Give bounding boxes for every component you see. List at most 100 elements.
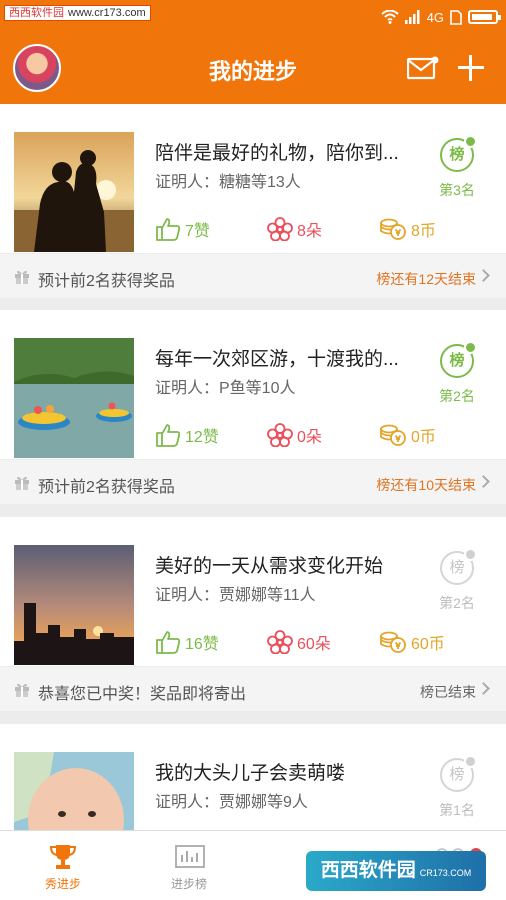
rank-badge: 榜 <box>440 755 477 792</box>
tab-label: 进步榜 <box>170 877 207 891</box>
coins-icon <box>380 424 406 446</box>
site-logo-watermark: 西西软件园 CR173.COM <box>306 851 486 891</box>
coin-stat[interactable]: 60币 <box>379 629 445 655</box>
card-photo <box>14 338 134 458</box>
flower-stat[interactable]: 60朵 <box>267 629 331 655</box>
card-witness: 证明人：P鱼等10人 <box>155 380 296 397</box>
progress-card[interactable]: 陪伴是最好的礼物，陪你到... 证明人：糖糖等13人 7赞 8朵 8币 榜 第3… <box>0 104 506 298</box>
coin-stat[interactable]: 0币 <box>379 422 436 448</box>
rank-badge-label: 榜 <box>449 559 465 576</box>
card-title: 陪伴是最好的礼物，陪你到... <box>155 143 399 164</box>
card-footer[interactable]: 预计前2名获得奖品 榜还有12天结束 <box>0 253 506 298</box>
bottom-nav: 秀进步 进步榜 西西软件园 CR173.COM <box>0 830 506 900</box>
watermark-bottom-url: CR173.COM <box>419 868 472 878</box>
card-title: 每年一次郊区游，十渡我的... <box>155 349 399 370</box>
network-type: 4G <box>426 9 444 25</box>
watermark-bottom-text: 西西软件园 <box>320 860 416 881</box>
gift-icon <box>15 270 29 284</box>
card-photo <box>14 752 134 830</box>
coin-stat[interactable]: 8币 <box>379 216 436 242</box>
ranking-status: 榜已结束 <box>420 684 476 700</box>
chevron-right-icon <box>477 682 490 695</box>
progress-list: 陪伴是最好的礼物，陪你到... 证明人：糖糖等13人 7赞 8朵 8币 榜 第3… <box>0 104 506 830</box>
card-photo <box>14 132 134 252</box>
card-title: 我的大头儿子会卖萌喽 <box>155 763 346 784</box>
flower-stat[interactable]: 8朵 <box>267 216 322 242</box>
chevron-right-icon <box>477 269 490 282</box>
chevron-right-icon <box>477 475 490 488</box>
thumbs-up-icon <box>156 218 181 241</box>
status-bar: 西西软件园 www.cr173.com 4G <box>0 0 506 34</box>
rank-position: 第1名 <box>439 802 475 818</box>
like-count: 7赞 <box>185 223 210 240</box>
tab-progress-ranking[interactable]: 进步榜 <box>129 831 249 900</box>
like-count: 16赞 <box>185 636 219 653</box>
message-icon[interactable] <box>407 56 439 80</box>
coin-count: 60币 <box>411 636 445 653</box>
tab-label: 秀进步 <box>44 877 81 891</box>
flower-count: 0朵 <box>297 429 322 446</box>
prize-info: 预计前2名获得奖品 <box>38 479 175 496</box>
flower-count: 60朵 <box>297 636 331 653</box>
ranking-status: 榜还有10天结束 <box>376 477 476 493</box>
tab-show-progress[interactable]: 秀进步 <box>3 831 123 900</box>
thumbs-up-icon <box>156 424 181 447</box>
rank-badge: 榜 <box>440 341 477 378</box>
prize-info: 预计前2名获得奖品 <box>38 273 175 290</box>
check-icon <box>464 135 477 148</box>
status-icons: 4G <box>380 8 501 26</box>
signal-icon <box>404 10 420 24</box>
card-footer[interactable]: 恭喜您已中奖！奖品即将寄出 榜已结束 <box>0 666 506 711</box>
card-stats: 12赞 0朵 0币 <box>155 422 485 448</box>
like-stat[interactable]: 16赞 <box>155 629 219 655</box>
progress-card[interactable]: 我的大头儿子会卖萌喽 证明人：贾娜娜等9人 榜 第1名 <box>0 724 506 830</box>
like-stat[interactable]: 7赞 <box>155 216 210 242</box>
flower-icon <box>267 217 293 241</box>
watermark-url: www.cr173.com <box>68 7 146 19</box>
card-photo <box>14 545 134 665</box>
card-witness: 证明人：糖糖等13人 <box>155 174 301 191</box>
flower-icon <box>267 630 293 654</box>
rank-badge: 榜 <box>440 135 477 172</box>
watermark-site: 西西软件园 <box>9 7 64 19</box>
rank-position: 第2名 <box>439 388 475 404</box>
thumbs-up-icon <box>156 631 181 654</box>
check-icon <box>464 341 477 354</box>
progress-card[interactable]: 每年一次郊区游，十渡我的... 证明人：P鱼等10人 12赞 0朵 0币 榜 第… <box>0 310 506 504</box>
wifi-icon <box>380 10 399 24</box>
trophy-icon <box>49 845 77 869</box>
progress-card[interactable]: 美好的一天从需求变化开始 证明人：贾娜娜等11人 16赞 60朵 60币 榜 第… <box>0 517 506 711</box>
rank-badge-label: 榜 <box>449 766 465 783</box>
flower-stat[interactable]: 0朵 <box>267 422 322 448</box>
card-stats: 7赞 8朵 8币 <box>155 216 485 242</box>
sim-icon <box>450 9 462 25</box>
card-footer[interactable]: 预计前2名获得奖品 榜还有10天结束 <box>0 459 506 504</box>
coins-icon <box>380 218 406 240</box>
rank-badge: 榜 <box>440 548 477 585</box>
rank-position: 第2名 <box>439 595 475 611</box>
battery-icon <box>468 10 501 24</box>
gift-icon <box>15 476 29 490</box>
card-title: 美好的一天从需求变化开始 <box>155 556 384 577</box>
add-icon[interactable] <box>458 55 484 81</box>
ranking-chart-icon <box>175 845 205 868</box>
check-icon <box>464 548 477 561</box>
like-stat[interactable]: 12赞 <box>155 422 219 448</box>
site-watermark: 西西软件园 www.cr173.com <box>4 5 151 21</box>
ranking-status: 榜还有12天结束 <box>376 271 476 287</box>
like-count: 12赞 <box>185 429 219 446</box>
coin-count: 8币 <box>411 223 436 240</box>
card-witness: 证明人：贾娜娜等9人 <box>155 794 308 811</box>
gift-icon <box>15 683 29 697</box>
app-bar: 我的进步 <box>0 34 506 104</box>
flower-count: 8朵 <box>297 223 322 240</box>
card-witness: 证明人：贾娜娜等11人 <box>155 587 316 604</box>
rank-badge-label: 榜 <box>449 146 465 163</box>
coins-icon <box>380 631 406 653</box>
card-stats: 16赞 60朵 60币 <box>155 629 485 655</box>
check-icon <box>464 755 477 768</box>
rank-badge-label: 榜 <box>449 352 465 369</box>
coin-count: 0币 <box>411 429 436 446</box>
flower-icon <box>267 423 293 447</box>
rank-position: 第3名 <box>439 182 475 198</box>
